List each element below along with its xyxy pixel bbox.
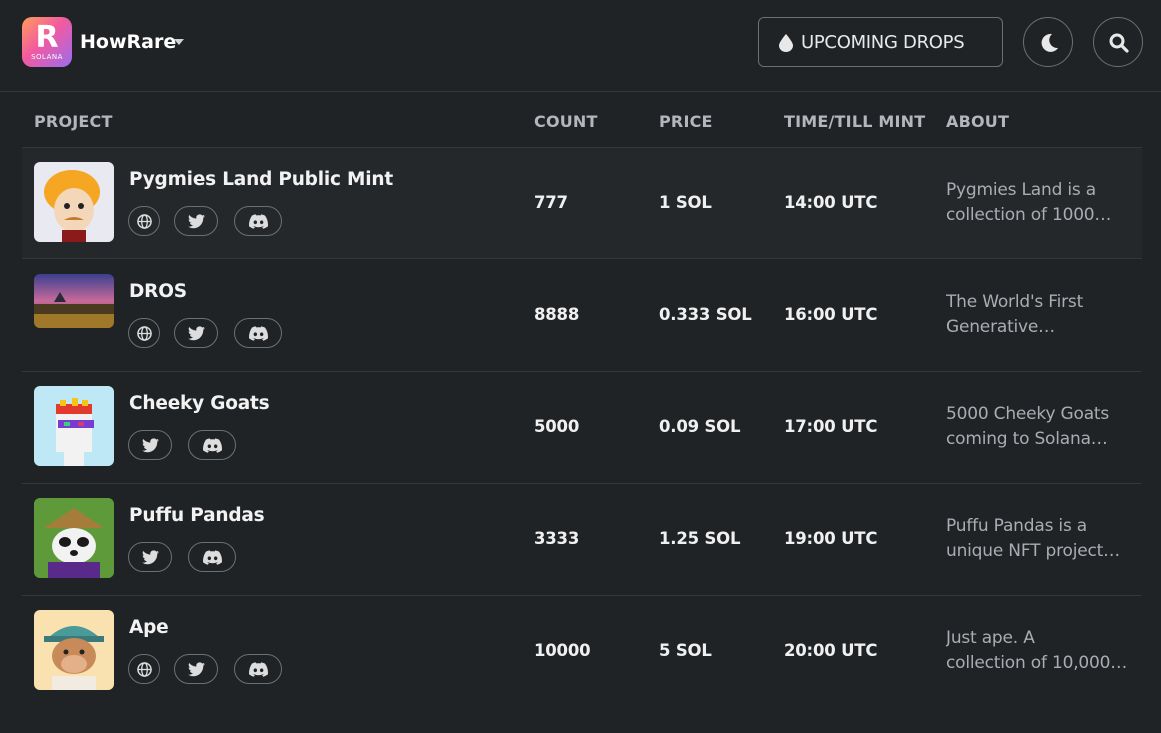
search-icon bbox=[1109, 33, 1129, 53]
about-line: collection of 10,000… bbox=[946, 653, 1126, 673]
mint-time: 17:00 UTC bbox=[784, 417, 878, 436]
discord-link[interactable] bbox=[234, 206, 282, 236]
mint-price: 1 SOL bbox=[659, 193, 712, 212]
drop-icon bbox=[779, 34, 793, 52]
upcoming-drops-label: UPCOMING DROPS bbox=[801, 32, 965, 53]
table-row[interactable]: Ape 10000 5 SOL 20:00 UTC Just ape. A co… bbox=[22, 596, 1142, 708]
mint-count: 10000 bbox=[534, 641, 591, 660]
twitter-link[interactable] bbox=[174, 654, 218, 684]
project-about: Just ape. A collection of 10,000… bbox=[946, 626, 1126, 676]
globe-icon bbox=[137, 326, 152, 341]
mint-price: 5 SOL bbox=[659, 641, 712, 660]
twitter-icon bbox=[142, 438, 159, 453]
about-line: 5000 Cheeky Goats bbox=[946, 404, 1110, 424]
project-thumbnail bbox=[34, 386, 114, 466]
website-link[interactable] bbox=[128, 654, 160, 684]
project-about: Puffu Pandas is a unique NFT project… bbox=[946, 514, 1126, 564]
table-row[interactable]: Cheeky Goats 5000 0.09 SOL 17:00 UTC 500… bbox=[22, 372, 1142, 484]
mint-count: 5000 bbox=[534, 417, 580, 436]
globe-icon bbox=[137, 214, 152, 229]
project-name[interactable]: Cheeky Goats bbox=[129, 393, 270, 414]
discord-link[interactable] bbox=[234, 318, 282, 348]
about-line: Pygmies Land is a bbox=[946, 180, 1096, 200]
project-about: 5000 Cheeky Goats coming to Solana… bbox=[946, 402, 1126, 452]
logo-letter: R bbox=[35, 20, 59, 55]
project-thumbnail bbox=[34, 274, 114, 328]
mint-count: 3333 bbox=[534, 529, 580, 548]
website-link[interactable] bbox=[128, 206, 160, 236]
twitter-link[interactable] bbox=[174, 206, 218, 236]
project-name[interactable]: Ape bbox=[129, 617, 169, 638]
table-row[interactable]: DROS 8888 0.333 SOL 16:00 UTC The World'… bbox=[22, 260, 1142, 372]
discord-icon bbox=[249, 214, 268, 229]
twitter-link[interactable] bbox=[128, 430, 172, 460]
column-header-time: TIME/TILL MINT bbox=[784, 112, 926, 131]
discord-link[interactable] bbox=[234, 654, 282, 684]
about-line: Generative… bbox=[946, 317, 1055, 337]
table-row[interactable]: Puffu Pandas 3333 1.25 SOL 19:00 UTC Puf… bbox=[22, 484, 1142, 596]
upcoming-drops-button[interactable]: UPCOMING DROPS bbox=[758, 17, 1003, 67]
logo-subtitle: SOLANA bbox=[31, 53, 63, 61]
discord-icon bbox=[203, 550, 222, 565]
mint-count: 777 bbox=[534, 193, 568, 212]
brand-name: HowRare bbox=[80, 31, 177, 53]
about-line: The World's First bbox=[946, 292, 1084, 312]
column-header-count: COUNT bbox=[534, 112, 598, 131]
discord-link[interactable] bbox=[188, 542, 236, 572]
column-header-project: PROJECT bbox=[34, 112, 113, 131]
caret-down-icon bbox=[174, 39, 184, 45]
discord-icon bbox=[249, 326, 268, 341]
project-name[interactable]: DROS bbox=[129, 281, 187, 302]
project-about: Pygmies Land is a collection of 1000… bbox=[946, 178, 1126, 228]
about-line: unique NFT project… bbox=[946, 541, 1120, 561]
mint-price: 0.333 SOL bbox=[659, 305, 752, 324]
twitter-icon bbox=[188, 214, 205, 229]
discord-link[interactable] bbox=[188, 430, 236, 460]
project-name[interactable]: Pygmies Land Public Mint bbox=[129, 169, 393, 190]
twitter-icon bbox=[142, 550, 159, 565]
mint-time: 19:00 UTC bbox=[784, 529, 878, 548]
project-thumbnail bbox=[34, 498, 114, 578]
about-line: coming to Solana… bbox=[946, 429, 1108, 449]
column-header-price: PRICE bbox=[659, 112, 713, 131]
discord-icon bbox=[249, 662, 268, 677]
howrare-logo[interactable]: R SOLANA bbox=[22, 17, 72, 67]
mint-time: 20:00 UTC bbox=[784, 641, 878, 660]
column-header-about: ABOUT bbox=[946, 112, 1010, 131]
about-line: Puffu Pandas is a bbox=[946, 516, 1088, 536]
project-thumbnail bbox=[34, 610, 114, 690]
twitter-link[interactable] bbox=[174, 318, 218, 348]
twitter-link[interactable] bbox=[128, 542, 172, 572]
twitter-icon bbox=[188, 662, 205, 677]
globe-icon bbox=[137, 662, 152, 677]
about-line: collection of 1000… bbox=[946, 205, 1112, 225]
project-thumbnail bbox=[34, 162, 114, 242]
twitter-icon bbox=[188, 326, 205, 341]
project-about: The World's First Generative… bbox=[946, 290, 1126, 340]
table-row[interactable]: Pygmies Land Public Mint 777 1 SOL 14:00… bbox=[22, 147, 1142, 259]
mint-count: 8888 bbox=[534, 305, 580, 324]
top-header: R SOLANA HowRare UPCOMING DROPS bbox=[0, 0, 1161, 92]
moon-icon bbox=[1041, 33, 1058, 52]
project-name[interactable]: Puffu Pandas bbox=[129, 505, 265, 526]
mint-time: 14:00 UTC bbox=[784, 193, 878, 212]
brand-menu[interactable]: HowRare bbox=[80, 31, 184, 57]
theme-toggle-button[interactable] bbox=[1023, 17, 1073, 67]
website-link[interactable] bbox=[128, 318, 160, 348]
discord-icon bbox=[203, 438, 222, 453]
about-line: Just ape. A bbox=[946, 628, 1035, 648]
mint-price: 0.09 SOL bbox=[659, 417, 741, 436]
mint-time: 16:00 UTC bbox=[784, 305, 878, 324]
search-button[interactable] bbox=[1093, 17, 1143, 67]
mint-price: 1.25 SOL bbox=[659, 529, 741, 548]
